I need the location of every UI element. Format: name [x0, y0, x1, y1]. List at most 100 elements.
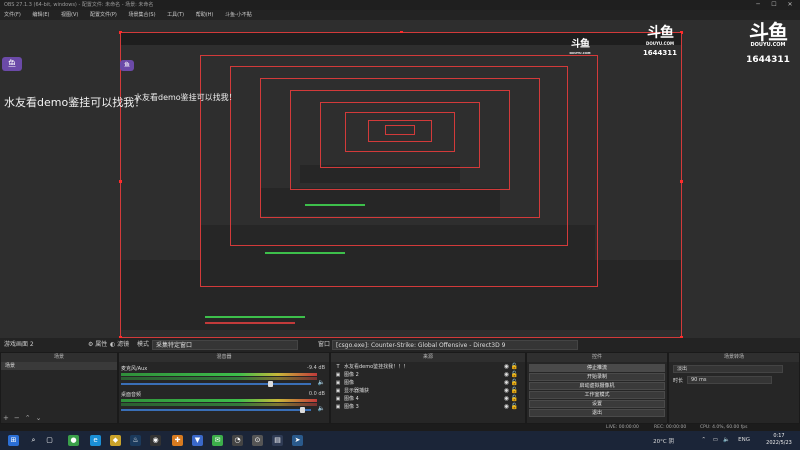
- menu-edit[interactable]: 编辑(E): [32, 12, 49, 18]
- eye-icon[interactable]: ◉: [504, 379, 509, 387]
- source-item-text[interactable]: T 水友看demo鉴挂找我！！！ ◉ 🔓: [335, 363, 519, 371]
- channel-db: -9.4 dB: [307, 365, 325, 371]
- search-icon[interactable]: ⌕: [28, 435, 39, 446]
- eye-icon[interactable]: ◉: [504, 403, 509, 411]
- chrome-icon[interactable]: ●: [68, 435, 79, 446]
- eye-icon[interactable]: ◉: [504, 387, 509, 395]
- app-orange-icon[interactable]: ✚: [172, 435, 183, 446]
- menu-help[interactable]: 帮助(H): [196, 12, 214, 18]
- maximize-icon[interactable]: ☐: [766, 0, 782, 10]
- channel-db: 0.0 dB: [308, 391, 325, 397]
- app-blue-icon[interactable]: ▼: [192, 435, 203, 446]
- source-name: 水友看demo鉴挂找我！！！: [344, 364, 409, 370]
- lock-icon[interactable]: 🔓: [511, 387, 518, 395]
- resize-handle[interactable]: [680, 180, 683, 183]
- transitions-dock: 场景转场 淡出 时长 90 ms: [668, 352, 800, 424]
- source-name: 显示器捕获: [344, 388, 370, 394]
- clock-app-icon[interactable]: ⊙: [252, 435, 263, 446]
- transition-type-dropdown[interactable]: 淡出: [673, 365, 783, 373]
- overlay-text-nested: 水友看demo鉴挂可以找我！: [134, 93, 237, 102]
- lock-icon[interactable]: 🔓: [511, 363, 518, 371]
- window-dropdown[interactable]: [csgo.exe]: Counter-Strike: Global Offen…: [332, 340, 578, 350]
- network-icon[interactable]: ▭: [713, 437, 718, 443]
- volume-slider[interactable]: [121, 383, 311, 385]
- properties-button[interactable]: ⚙ 属性: [88, 338, 107, 352]
- settings-button[interactable]: 设置: [529, 400, 665, 408]
- taskbar-clock[interactable]: 0:17 2022/5/23: [764, 433, 794, 447]
- image-source-icon: ▣: [335, 372, 341, 378]
- add-scene-icon[interactable]: +: [3, 414, 9, 422]
- douyu-logo-mark: 斗鱼: [647, 25, 674, 41]
- lock-icon[interactable]: 🔓: [511, 395, 518, 403]
- volume-slider-knob[interactable]: [267, 381, 273, 387]
- source-item[interactable]: ▣ 显示器捕获 ◉ 🔓: [335, 387, 519, 395]
- start-virtual-camera-button[interactable]: 启动虚拟摄像机: [529, 382, 665, 390]
- exit-button[interactable]: 退出: [529, 409, 665, 417]
- mute-speaker-icon[interactable]: 🔈: [318, 405, 325, 412]
- cpu-fps-readout: CPU: 4.0%, 60.00 fps: [700, 425, 748, 430]
- douyu-logo-sub: DOUYU.COM: [646, 41, 674, 46]
- lock-icon[interactable]: 🔓: [511, 371, 518, 379]
- app-dark-icon[interactable]: ◔: [232, 435, 243, 446]
- move-up-icon[interactable]: ⌃: [25, 414, 31, 422]
- image-source-icon: ▣: [335, 404, 341, 410]
- display-capture-icon: ▣: [335, 388, 341, 394]
- close-icon[interactable]: ✕: [782, 0, 798, 10]
- steam-icon[interactable]: ♨: [130, 435, 141, 446]
- douyu-logo-sub: DOUYU.COM: [569, 51, 591, 55]
- source-item[interactable]: ▣ 图像 ◉ 🔓: [335, 379, 519, 387]
- menu-tools[interactable]: 工具(T): [167, 12, 184, 18]
- menu-view[interactable]: 视图(V): [61, 12, 78, 18]
- remove-scene-icon[interactable]: −: [14, 414, 20, 422]
- source-item[interactable]: ▣ 图像 2 ◉ 🔓: [335, 371, 519, 379]
- wechat-icon[interactable]: ✉: [212, 435, 223, 446]
- csgo-icon[interactable]: ▤: [272, 435, 283, 446]
- menu-profile[interactable]: 配置文件(P): [90, 12, 117, 18]
- room-number: 1644311: [642, 49, 678, 57]
- text-source-icon: T: [336, 364, 340, 370]
- start-recording-button[interactable]: 开始录制: [529, 373, 665, 381]
- mute-speaker-icon[interactable]: 🔈: [318, 379, 325, 386]
- lock-icon[interactable]: 🔓: [511, 379, 518, 387]
- menu-scene-collection[interactable]: 场景集合(S): [128, 12, 155, 18]
- eye-icon[interactable]: ◉: [504, 363, 509, 371]
- source-item[interactable]: ▣ 图像 3 ◉ 🔓: [335, 403, 519, 411]
- mode-dropdown[interactable]: 采集特定窗口: [152, 340, 298, 350]
- weather-text[interactable]: 20°C 阴: [653, 437, 674, 445]
- transitions-dock-title: 场景转场: [669, 353, 799, 362]
- windows-start-icon[interactable]: ⊞: [8, 435, 19, 446]
- move-down-icon[interactable]: ⌄: [36, 414, 42, 422]
- eye-icon[interactable]: ◉: [504, 371, 509, 379]
- volume-slider-knob[interactable]: [299, 407, 305, 413]
- mirror-titlebar: [121, 33, 681, 45]
- menu-file[interactable]: 文件(F): [4, 12, 21, 18]
- lock-icon[interactable]: 🔓: [511, 403, 518, 411]
- language-indicator[interactable]: ENG: [738, 437, 750, 443]
- filters-button[interactable]: ◐ 滤镜: [110, 338, 129, 352]
- edge-icon[interactable]: e: [90, 435, 101, 446]
- steam2-icon[interactable]: ➤: [292, 435, 303, 446]
- volume-slider[interactable]: [121, 409, 311, 411]
- app-yellow-icon[interactable]: ◆: [110, 435, 121, 446]
- menu-douyu-plugin[interactable]: 斗鱼-小不點: [225, 12, 252, 18]
- tray-up-icon[interactable]: ⌃: [701, 437, 706, 443]
- task-view-icon[interactable]: ▢: [44, 435, 55, 446]
- scene-list-item[interactable]: 场景: [1, 362, 117, 370]
- clock-date: 2022/5/23: [766, 440, 792, 446]
- obs-icon[interactable]: ◉: [150, 435, 161, 446]
- selected-source-name: 游戏画面 2: [4, 341, 34, 348]
- stop-streaming-button[interactable]: 停止推流: [529, 364, 665, 372]
- window-titlebar: OBS 27.1.3 (64-bit, windows) - 配置文件: 未命名…: [0, 0, 800, 10]
- volume-icon[interactable]: 🔈: [723, 437, 730, 443]
- studio-mode-button[interactable]: 工作室模式: [529, 391, 665, 399]
- source-item[interactable]: ▣ 图像 4 ◉ 🔓: [335, 395, 519, 403]
- douyu-logo-mark: 斗鱼: [571, 39, 590, 50]
- overlay-text: 水友看demo鉴挂可以找我！: [4, 96, 146, 109]
- eye-icon[interactable]: ◉: [504, 395, 509, 403]
- duration-input[interactable]: 90 ms: [687, 376, 772, 384]
- minimize-icon[interactable]: ─: [750, 0, 766, 10]
- resize-handle[interactable]: [119, 180, 122, 183]
- scenes-dock-footer: + − ⌃ ⌄: [3, 414, 47, 422]
- preview-canvas[interactable]: 鱼 鱼 水友看demo鉴挂可以找我！ 水友看demo鉴挂可以找我！ 斗鱼 DOU…: [0, 20, 800, 338]
- window-title: OBS 27.1.3 (64-bit, windows) - 配置文件: 未命名…: [4, 2, 154, 8]
